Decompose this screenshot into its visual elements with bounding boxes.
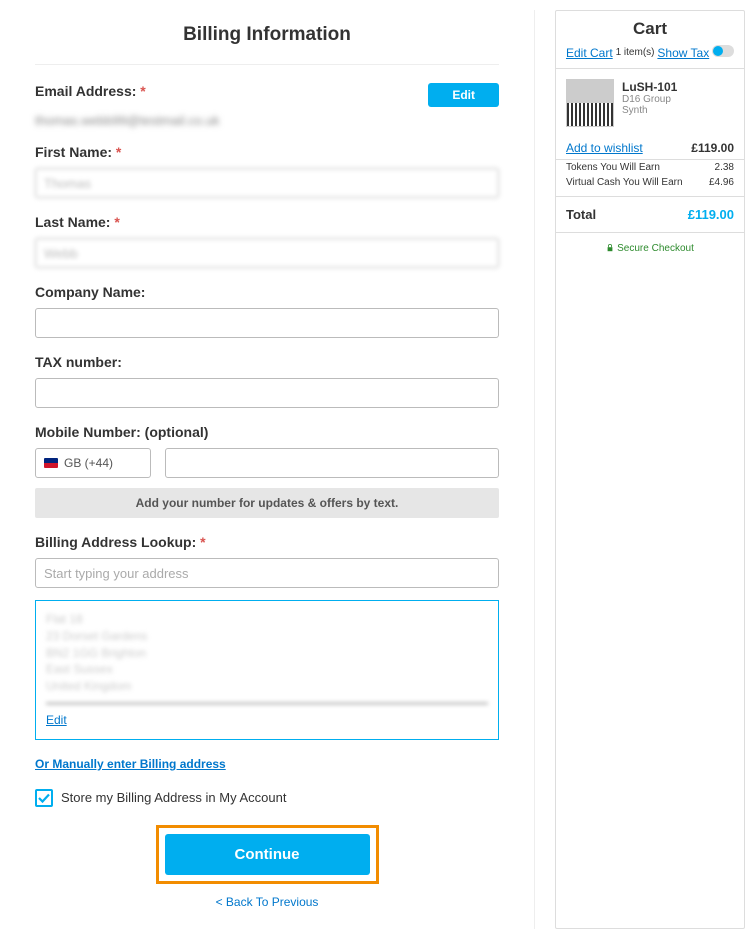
wishlist-link[interactable]: Add to wishlist <box>566 141 643 155</box>
lock-icon <box>606 244 614 252</box>
cart-item: LuSH-101 D16 Group Synth <box>556 69 744 137</box>
country-code-select[interactable]: GB (+44) <box>35 448 151 478</box>
product-category: Synth <box>622 105 677 116</box>
tax-toggle[interactable] <box>712 45 734 57</box>
address-lookup-input[interactable] <box>35 558 499 588</box>
mobile-label: Mobile Number: (optional) <box>35 424 499 440</box>
cart-title: Cart <box>556 19 744 39</box>
show-tax-link[interactable]: Show Tax <box>657 46 709 60</box>
continue-button[interactable]: Continue <box>165 834 370 875</box>
first-name-input[interactable] <box>35 168 499 198</box>
company-label: Company Name: <box>35 284 499 300</box>
first-name-label: First Name: * <box>35 144 499 160</box>
item-price: £119.00 <box>691 141 734 155</box>
vc-value: £4.96 <box>709 177 734 188</box>
total-value: £119.00 <box>688 207 734 222</box>
mobile-notice: Add your number for updates & offers by … <box>35 488 499 518</box>
tax-label: TAX number: <box>35 354 499 370</box>
tokens-value: 2.38 <box>715 162 734 173</box>
last-name-label: Last Name: * <box>35 214 499 230</box>
store-address-label: Store my Billing Address in My Account <box>61 790 286 805</box>
tokens-label: Tokens You Will Earn <box>566 162 660 173</box>
email-label: Email Address: * <box>35 83 219 99</box>
edit-address-link[interactable]: Edit <box>46 713 67 727</box>
edit-email-button[interactable]: Edit <box>428 83 499 107</box>
country-code-text: GB (+44) <box>64 456 113 470</box>
product-name: LuSH-101 <box>622 80 677 94</box>
check-icon <box>38 792 50 804</box>
flag-icon <box>44 458 58 468</box>
address-lines: Flat 18 23 Dorset Gardens BN2 1GG Bright… <box>46 611 488 704</box>
cart-count: 1 item(s) <box>616 47 655 58</box>
tax-input[interactable] <box>35 378 499 408</box>
manual-address-link[interactable]: Or Manually enter Billing address <box>35 757 226 771</box>
back-link[interactable]: < Back To Previous <box>216 895 319 909</box>
product-brand: D16 Group <box>622 94 677 105</box>
product-thumbnail <box>566 79 614 127</box>
total-label: Total <box>566 207 596 222</box>
vc-label: Virtual Cash You Will Earn <box>566 177 683 188</box>
lookup-label: Billing Address Lookup: * <box>35 534 499 550</box>
cart-panel: Cart Edit Cart 1 item(s) Show Tax LuSH-1… <box>555 10 745 929</box>
last-name-input[interactable] <box>35 238 499 268</box>
email-value: thomas.webb99@testmail.co.uk <box>35 113 219 128</box>
store-address-checkbox[interactable] <box>35 789 53 807</box>
mobile-input[interactable] <box>165 448 499 478</box>
company-input[interactable] <box>35 308 499 338</box>
continue-highlight: Continue <box>156 825 379 884</box>
address-preview: Flat 18 23 Dorset Gardens BN2 1GG Bright… <box>35 600 499 740</box>
edit-cart-link[interactable]: Edit Cart <box>566 46 613 60</box>
page-title: Billing Information <box>35 10 499 65</box>
secure-checkout: Secure Checkout <box>556 233 744 264</box>
